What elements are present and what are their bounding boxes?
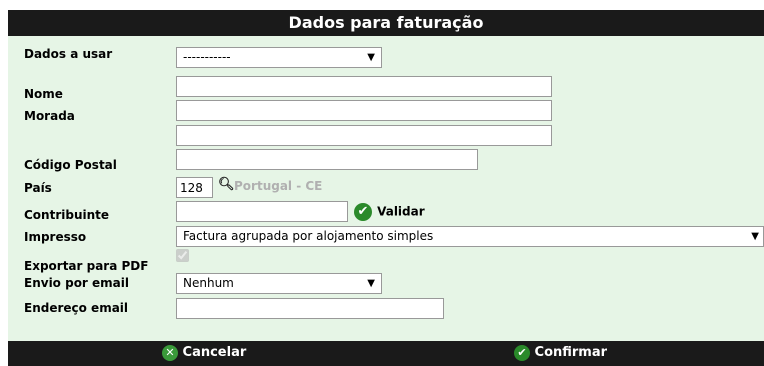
validar-label: Validar — [377, 204, 425, 219]
dados-a-usar-value: ----------- — [183, 50, 231, 64]
exportar-pdf-label: Exportar para PDF — [24, 259, 149, 273]
chevron-down-icon: ▼ — [367, 278, 375, 289]
codigo-postal-field[interactable] — [176, 149, 478, 170]
dialog-title: Dados para faturação — [8, 10, 764, 36]
billing-dialog: Dados para faturação Dados a usar ------… — [8, 10, 764, 366]
morada-field-1[interactable] — [176, 100, 552, 121]
validar-button[interactable]: ✔ Validar — [354, 201, 425, 221]
nome-field[interactable] — [176, 76, 552, 97]
search-icon[interactable]: 🔍︎ — [218, 177, 235, 192]
cancel-icon: ✕ — [162, 344, 178, 361]
cancel-label: Cancelar — [182, 345, 247, 360]
check-icon: ✔ — [354, 202, 372, 221]
codigo-postal-label: Código Postal — [24, 158, 117, 172]
pais-label: País — [24, 181, 52, 195]
contribuinte-label: Contribuinte — [24, 208, 110, 222]
envio-email-label: Envio por email — [24, 276, 129, 290]
check-icon: ✔ — [514, 344, 530, 361]
contribuinte-field[interactable] — [176, 201, 348, 222]
envio-email-value: Nenhum — [183, 276, 234, 290]
exportar-pdf-checkbox[interactable] — [176, 249, 189, 262]
morada-label: Morada — [24, 109, 75, 123]
impresso-select[interactable]: Factura agrupada por alojamento simples … — [176, 226, 764, 247]
confirm-label: Confirmar — [534, 345, 608, 360]
impresso-value: Factura agrupada por alojamento simples — [183, 229, 434, 243]
endereco-email-label: Endereço email — [24, 301, 129, 315]
envio-email-select[interactable]: Nenhum ▼ — [176, 273, 382, 294]
nome-label: Nome — [24, 87, 63, 101]
cancel-button[interactable]: ✕ Cancelar — [162, 343, 246, 363]
pais-name: Portugal - CE — [234, 179, 323, 193]
dados-a-usar-select[interactable]: ----------- ▼ — [176, 47, 382, 68]
impresso-label: Impresso — [24, 230, 87, 244]
dados-a-usar-label: Dados a usar — [24, 47, 113, 61]
chevron-down-icon: ▼ — [367, 52, 375, 63]
morada-field-2[interactable] — [176, 125, 552, 146]
dialog-footer: ✕ Cancelar ✔ Confirmar — [8, 341, 764, 366]
endereco-email-field[interactable] — [176, 298, 444, 319]
confirm-button[interactable]: ✔ Confirmar — [514, 343, 607, 363]
pais-code-field[interactable] — [176, 177, 213, 198]
chevron-down-icon: ▼ — [751, 231, 759, 242]
